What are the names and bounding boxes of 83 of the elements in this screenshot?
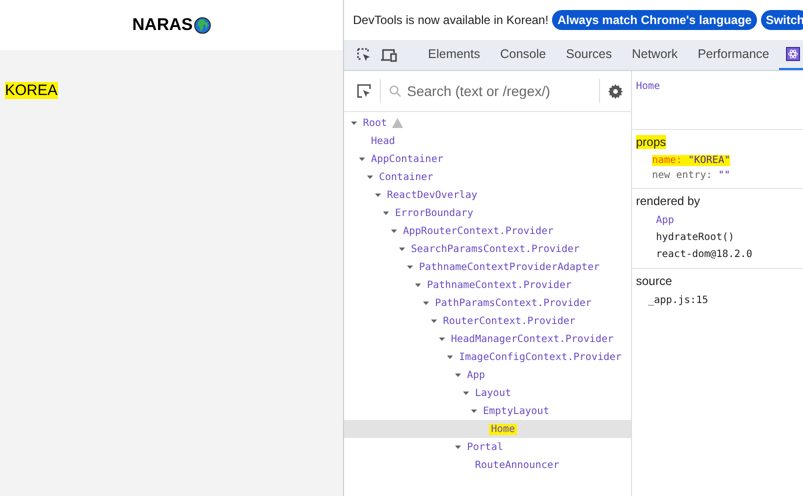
expanded-caret-icon[interactable]: [454, 443, 462, 451]
renderer-text: hydrateRoot(): [655, 231, 736, 245]
tree-row[interactable]: PathnameContextProviderAdapter: [344, 258, 631, 276]
globe-icon: [194, 16, 211, 34]
expanded-caret-icon[interactable]: [398, 245, 406, 253]
component-name: ErrorBoundary: [394, 208, 474, 218]
devtools-tab[interactable]: Sources: [556, 40, 622, 70]
component-name: Layout: [474, 388, 512, 398]
tree-row[interactable]: Portal: [344, 438, 631, 456]
component-name: Container: [378, 172, 434, 182]
tree-row[interactable]: PathParamsContext.Provider: [344, 294, 631, 312]
tree-row[interactable]: ImageConfigContext.Provider: [344, 348, 631, 366]
expanded-caret-icon[interactable]: [454, 371, 462, 379]
tree-row[interactable]: PathnameContext.Provider: [344, 276, 631, 294]
tree-row[interactable]: Layout: [344, 384, 631, 402]
expanded-caret-icon[interactable]: [366, 173, 374, 181]
component-name: Home: [489, 424, 518, 434]
tree-row[interactable]: Home: [344, 420, 631, 438]
devtools-tab[interactable]: Console: [490, 40, 556, 70]
expanded-caret-icon[interactable]: [414, 281, 422, 289]
tree-row[interactable]: HeadManagerContext.Provider: [344, 330, 631, 348]
tree-row[interactable]: RouteAnnouncer: [344, 456, 631, 474]
component-name: RouterContext.Provider: [442, 316, 576, 326]
tree-row[interactable]: ErrorBoundary: [344, 204, 631, 222]
expanded-caret-icon[interactable]: [390, 227, 398, 235]
component-name: AppRouterContext.Provider: [402, 226, 555, 236]
tree-row[interactable]: App: [344, 366, 631, 384]
site-logo: NARAS: [132, 15, 193, 35]
expanded-caret-icon[interactable]: [358, 155, 366, 163]
component-name: ImageConfigContext.Provider: [458, 352, 623, 362]
component-name: PathParamsContext.Provider: [434, 298, 593, 308]
infobar-message: DevTools is now available in Korean!: [353, 13, 548, 27]
component-name: EmptyLayout: [482, 406, 550, 416]
atom-icon: [786, 47, 800, 61]
tree-row[interactable]: EmptyLayout: [344, 402, 631, 420]
expanded-caret-icon[interactable]: [422, 299, 430, 307]
tree-row[interactable]: Head: [344, 132, 631, 150]
devtools-tab[interactable]: Performance: [688, 40, 780, 70]
expanded-caret-icon[interactable]: [446, 353, 454, 361]
expanded-caret-icon[interactable]: [382, 209, 390, 217]
expanded-caret-icon[interactable]: [406, 263, 414, 271]
component-name: HeadManagerContext.Provider: [450, 334, 615, 344]
source-location: _app.js:15: [647, 294, 710, 308]
component-name: App: [466, 370, 486, 380]
tree-row[interactable]: SearchParamsContext.Provider: [344, 240, 631, 258]
tree-row[interactable]: ReactDevOverlay: [344, 186, 631, 204]
component-name: Root: [362, 118, 388, 128]
settings-icon[interactable]: [608, 84, 623, 98]
search-icon: [389, 85, 401, 97]
selected-component-name: Home: [635, 80, 662, 94]
tree-row[interactable]: Container: [344, 168, 631, 186]
devtools-tab[interactable]: Elements: [418, 40, 490, 70]
component-name: PathnameContext.Provider: [426, 280, 572, 290]
prop-entry[interactable]: name: "KOREA": [652, 155, 730, 166]
expanded-caret-icon[interactable]: [350, 119, 358, 127]
tree-row[interactable]: RouterContext.Provider: [344, 312, 631, 330]
component-name: PathnameContextProviderAdapter: [418, 262, 601, 272]
devtools-tab[interactable]: Network: [622, 40, 688, 70]
expanded-caret-icon[interactable]: [430, 317, 438, 325]
owner-link[interactable]: App: [636, 212, 799, 229]
select-element-icon[interactable]: [356, 83, 372, 99]
section-title: props: [636, 135, 666, 149]
expanded-caret-icon[interactable]: [470, 407, 478, 415]
infobar-button[interactable]: Always match Chrome's language: [552, 10, 757, 30]
component-name: AppContainer: [370, 154, 444, 164]
section-title: source: [636, 274, 674, 288]
tree-row[interactable]: AppContainer: [344, 150, 631, 168]
device-toolbar-icon[interactable]: [380, 48, 398, 62]
tree-row[interactable]: AppRouterContext.Provider: [344, 222, 631, 240]
expanded-caret-icon[interactable]: [462, 389, 470, 397]
expanded-caret-icon[interactable]: [374, 191, 382, 199]
prop-entry[interactable]: new entry: "": [652, 170, 730, 181]
tree-row[interactable]: Root: [344, 114, 631, 132]
component-name: SearchParamsContext.Provider: [410, 244, 581, 254]
component-name: RouteAnnouncer: [474, 460, 560, 470]
page-text: KOREA: [5, 82, 58, 99]
inspect-element-icon[interactable]: [356, 47, 372, 63]
component-name: Portal: [466, 442, 504, 452]
component-name: Head: [370, 136, 396, 146]
component-name: ReactDevOverlay: [386, 190, 478, 200]
renderer-text: react-dom@18.2.0: [655, 248, 754, 262]
section-title: rendered by: [636, 194, 702, 208]
expanded-caret-icon[interactable]: [438, 335, 446, 343]
